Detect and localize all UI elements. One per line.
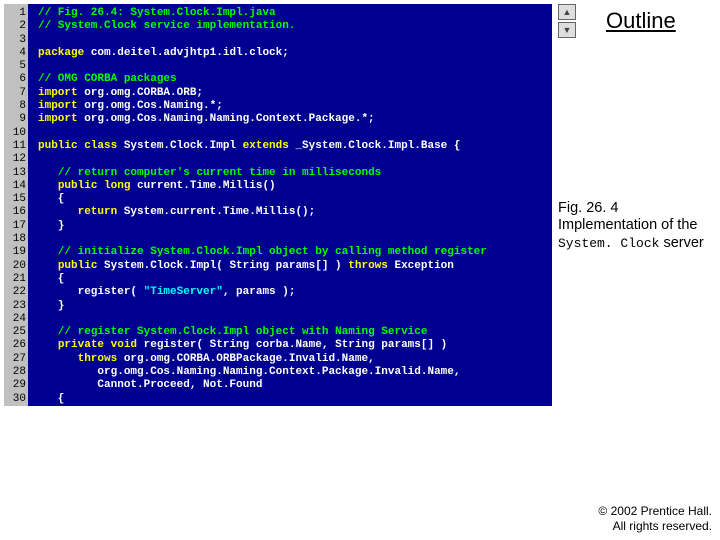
outline-heading: Outline	[606, 8, 676, 34]
code-line: // register System.Clock.Impl object wit…	[38, 326, 552, 339]
arrow-up-button[interactable]: ▲	[558, 4, 576, 20]
code-line	[38, 60, 552, 73]
code-line	[38, 233, 552, 246]
footer-line2: All rights reserved.	[613, 519, 712, 533]
code-line: public long current.Time.Millis()	[38, 180, 552, 193]
caption-mono: System. Clock	[558, 236, 659, 251]
code-line: {	[38, 273, 552, 286]
code-pane: 1 2 3 4 5 6 7 8 9 10 11 12 13 14 15 16 1…	[4, 4, 552, 406]
line-number-gutter: 1 2 3 4 5 6 7 8 9 10 11 12 13 14 15 16 1…	[4, 4, 28, 406]
code-line: register( "TimeServer", params );	[38, 286, 552, 299]
caption-pre: Implementation of the	[558, 217, 697, 233]
code-line: // Fig. 26.4: System.Clock.Impl.java	[38, 7, 552, 20]
arrow-down-button[interactable]: ▼	[558, 22, 576, 38]
code-line: import org.omg.Cos.Naming.*;	[38, 100, 552, 113]
footer: © 2002 Prentice Hall. All rights reserve…	[598, 504, 712, 534]
code-line: org.omg.Cos.Naming.Naming.Context.Packag…	[38, 366, 552, 379]
code-line: return System.current.Time.Millis();	[38, 206, 552, 219]
code-line: throws org.omg.CORBA.ORBPackage.Invalid.…	[38, 353, 552, 366]
code-line	[38, 153, 552, 166]
code-line: // OMG CORBA packages	[38, 73, 552, 86]
code-line: {	[38, 393, 552, 406]
code-line: import org.omg.Cos.Naming.Naming.Context…	[38, 113, 552, 126]
caption-fig: Fig. 26. 4	[558, 200, 618, 216]
code-line: }	[38, 220, 552, 233]
code-line: // return computer's current time in mil…	[38, 167, 552, 180]
figure-caption: Fig. 26. 4 Implementation of the System.…	[558, 200, 713, 252]
right-column: ▲ ▼ Outline Fig. 26. 4 Implementation of…	[558, 4, 714, 42]
footer-line1: © 2002 Prentice Hall.	[598, 504, 712, 518]
code-line	[38, 127, 552, 140]
code-line: {	[38, 193, 552, 206]
code-line: Cannot.Proceed, Not.Found	[38, 379, 552, 392]
code-line	[38, 34, 552, 47]
code-line: import org.omg.CORBA.ORB;	[38, 87, 552, 100]
code-line: // initialize System.Clock.Impl object b…	[38, 246, 552, 259]
code-line: public System.Clock.Impl( String params[…	[38, 260, 552, 273]
code-line: public class System.Clock.Impl extends _…	[38, 140, 552, 153]
code-area: // Fig. 26.4: System.Clock.Impl.java// S…	[28, 4, 552, 406]
code-line: package com.deitel.advjhtp1.idl.clock;	[38, 47, 552, 60]
caption-post: server	[659, 235, 703, 251]
code-line: }	[38, 300, 552, 313]
code-line: // System.Clock service implementation.	[38, 20, 552, 33]
code-line: private void register( String corba.Name…	[38, 339, 552, 352]
code-line	[38, 313, 552, 326]
